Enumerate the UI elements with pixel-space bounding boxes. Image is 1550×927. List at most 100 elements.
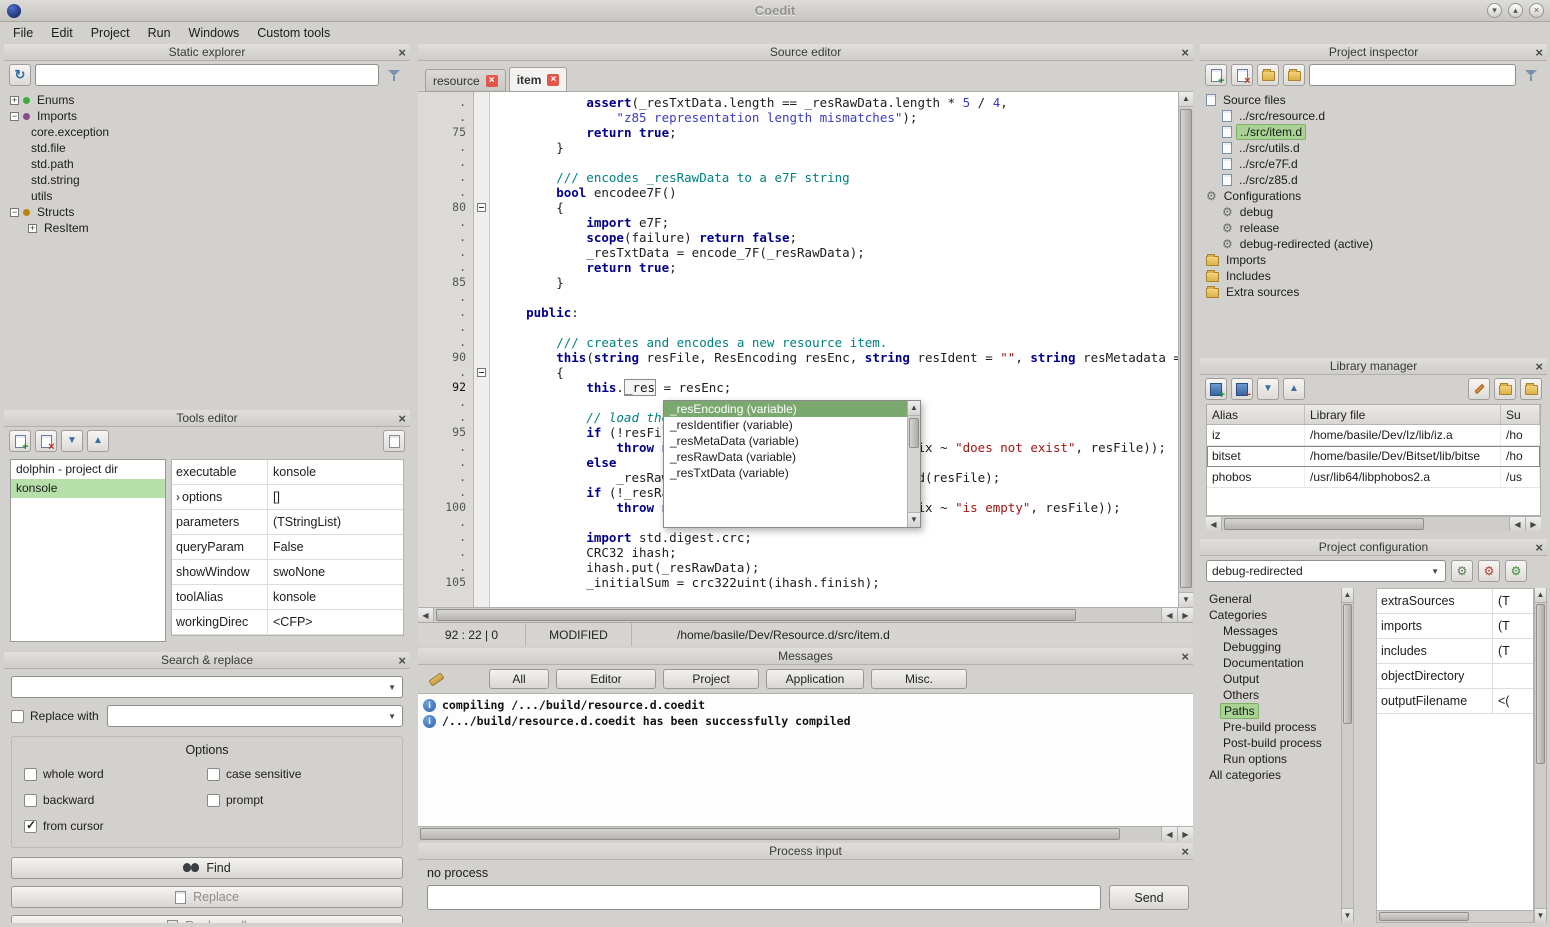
menu-item-edit[interactable]: Edit [42, 24, 82, 42]
scroll-right-icon[interactable]: ▶ [1177, 608, 1193, 622]
config-category-item-paths[interactable]: Paths [1202, 703, 1341, 719]
property-value[interactable]: <( [1493, 689, 1533, 713]
replace-term-combo[interactable]: ▼ [107, 705, 403, 727]
scroll-up-icon[interactable]: ▲ [1342, 588, 1353, 603]
filter-button[interactable] [1520, 64, 1542, 86]
config-property-row-imports[interactable]: imports(T [1377, 614, 1533, 639]
config-property-row-objectdirectory[interactable]: objectDirectory [1377, 664, 1533, 689]
static-explorer-item-std-path[interactable]: std.path [6, 156, 410, 172]
config-category-item-run-options[interactable]: Run options [1202, 751, 1341, 767]
library-column-su[interactable]: Su [1501, 405, 1540, 424]
add-configuration-button[interactable]: ⚙ [1505, 560, 1527, 582]
tool-item-dolphin-project-dir[interactable]: dolphin - project dir [11, 460, 165, 479]
property-value[interactable]: [] [268, 485, 403, 509]
config-vertical-scrollbar[interactable]: ▲ ▼ [1534, 588, 1547, 923]
project-inspector-item-src-resource-d[interactable]: ../src/resource.d [1202, 108, 1547, 124]
code-line[interactable]: import e7F; [496, 215, 1178, 230]
close-icon[interactable]: × [1181, 44, 1189, 61]
move-library-down-button[interactable]: ▼ [1257, 378, 1279, 400]
config-horizontal-scrollbar[interactable] [1377, 910, 1533, 922]
scroll-down-icon[interactable]: ▼ [1535, 908, 1546, 923]
configuration-select[interactable]: debug-redirected ▼ [1206, 560, 1446, 582]
close-icon[interactable]: × [398, 410, 406, 427]
menu-item-custom-tools[interactable]: Custom tools [248, 24, 339, 42]
completion-item-resencoding-variable[interactable]: _resEncoding (variable) [664, 401, 907, 417]
move-tool-up-button[interactable]: ▲ [87, 430, 109, 452]
project-inspector-item-configurations[interactable]: ⚙Configurations [1202, 188, 1547, 204]
code-line[interactable]: return true; [496, 125, 1178, 140]
completion-scrollbar[interactable]: ▲ ▼ [907, 401, 920, 527]
add-tool-button[interactable] [9, 430, 31, 452]
scroll-left-icon[interactable]: ◀ [1206, 517, 1222, 531]
static-explorer-item-enums[interactable]: +Enums [6, 92, 410, 108]
scroll-right-icon[interactable]: ▶ [1177, 827, 1193, 841]
tool-property-row-toolalias[interactable]: toolAliaskonsole [172, 585, 403, 610]
messages-horizontal-scrollbar[interactable]: ◀ ▶ [418, 826, 1193, 841]
editor-vertical-scrollbar[interactable]: ▲ ▼ [1178, 92, 1193, 607]
code-line[interactable]: _resTxtData = encode_7F(_resRawData); [496, 245, 1178, 260]
refresh-button[interactable]: ↻ [9, 64, 31, 86]
completion-item-restxtdata-variable[interactable]: _resTxtData (variable) [664, 465, 907, 481]
property-value[interactable]: konsole [268, 460, 403, 484]
move-tool-down-button[interactable]: ▼ [61, 430, 83, 452]
editor-tab-resource[interactable]: resource× [425, 69, 506, 92]
replace-all-button[interactable]: Replace all [11, 915, 403, 923]
config-category-item-documentation[interactable]: Documentation [1202, 655, 1341, 671]
tool-property-row-showwindow[interactable]: showWindowswoNone [172, 560, 403, 585]
config-category-item-pre-build-process[interactable]: Pre-build process [1202, 719, 1341, 735]
scroll-left-icon[interactable]: ◀ [1161, 827, 1177, 841]
library-from-project-button[interactable] [1520, 378, 1542, 400]
edit-library-button[interactable] [1468, 378, 1490, 400]
code-line[interactable]: import std.digest.crc; [496, 530, 1178, 545]
library-row-bitset[interactable]: bitset/home/basile/Dev/Bitset/lib/bitse/… [1207, 446, 1540, 467]
project-inspector-item-imports[interactable]: Imports [1202, 252, 1547, 268]
property-value[interactable]: konsole [268, 585, 403, 609]
close-icon[interactable]: × [398, 652, 406, 669]
config-category-item-output[interactable]: Output [1202, 671, 1341, 687]
messages-filter-project[interactable]: Project [663, 669, 759, 689]
completion-item-resrawdata-variable[interactable]: _resRawData (variable) [664, 449, 907, 465]
remove-configuration-button[interactable]: ⚙ [1478, 560, 1500, 582]
static-explorer-item-imports[interactable]: −Imports [6, 108, 410, 124]
tool-property-row-workingdirec[interactable]: workingDirec<CFP> [172, 610, 403, 635]
code-line[interactable]: scope(failure) return false; [496, 230, 1178, 245]
static-explorer-item-structs[interactable]: −Structs [6, 204, 410, 220]
config-category-item-post-build-process[interactable]: Post-build process [1202, 735, 1341, 751]
close-icon[interactable]: × [1535, 539, 1543, 556]
replace-button[interactable]: Replace [11, 886, 403, 908]
static-explorer-item-resitem[interactable]: +ResItem [6, 220, 410, 236]
project-inspector-item-src-e7f-d[interactable]: ../src/e7F.d [1202, 156, 1547, 172]
find-button[interactable]: Find [11, 857, 403, 879]
messages-filter-all[interactable]: All [489, 669, 549, 689]
tool-item-konsole[interactable]: konsole [11, 479, 165, 498]
config-property-row-includes[interactable]: includes(T [1377, 639, 1533, 664]
option-checkbox-case-sensitive[interactable]: case sensitive [207, 767, 390, 781]
code-line[interactable]: return true; [496, 260, 1178, 275]
expand-icon[interactable]: + [28, 224, 37, 233]
fold-collapse-icon[interactable] [477, 368, 486, 377]
code-line[interactable]: ihash.put(_resRawData); [496, 560, 1178, 575]
config-category-item-debugging[interactable]: Debugging [1202, 639, 1341, 655]
close-icon[interactable]: × [1535, 44, 1543, 61]
option-checkbox-from-cursor[interactable]: from cursor [24, 819, 207, 833]
message-row[interactable]: i/.../build/resource.d.coedit has been s… [423, 713, 1188, 729]
categories-scrollbar[interactable]: ▲ ▼ [1341, 588, 1354, 923]
scroll-left-icon[interactable]: ◀ [1161, 608, 1177, 622]
close-icon[interactable]: × [1535, 358, 1543, 375]
message-row[interactable]: icompiling /.../build/resource.d.coedit [423, 697, 1188, 713]
project-inspector-item-debug[interactable]: ⚙debug [1202, 204, 1547, 220]
project-inspector-item-includes[interactable]: Includes [1202, 268, 1547, 284]
config-category-item-all-categories[interactable]: All categories [1202, 767, 1341, 783]
scroll-up-icon[interactable]: ▲ [1179, 92, 1193, 107]
library-row-iz[interactable]: iz/home/basile/Dev/Iz/lib/iz.a/ho [1207, 425, 1540, 446]
code-line[interactable]: /// encodes _resRawData to a e7F string [496, 170, 1178, 185]
scroll-up-icon[interactable]: ▲ [908, 401, 920, 416]
remove-source-button[interactable] [1231, 64, 1253, 86]
code-line[interactable]: /// creates and encodes a new resource i… [496, 335, 1178, 350]
option-checkbox-prompt[interactable]: prompt [207, 793, 390, 807]
library-column-library-file[interactable]: Library file [1305, 405, 1501, 424]
code-line[interactable]: _initialSum = crc322uint(ihash.finish); [496, 575, 1178, 590]
code-line[interactable]: this(string resFile, ResEncoding resEnc,… [496, 350, 1178, 365]
code-line[interactable]: CRC32 ihash; [496, 545, 1178, 560]
fold-collapse-icon[interactable] [477, 203, 486, 212]
